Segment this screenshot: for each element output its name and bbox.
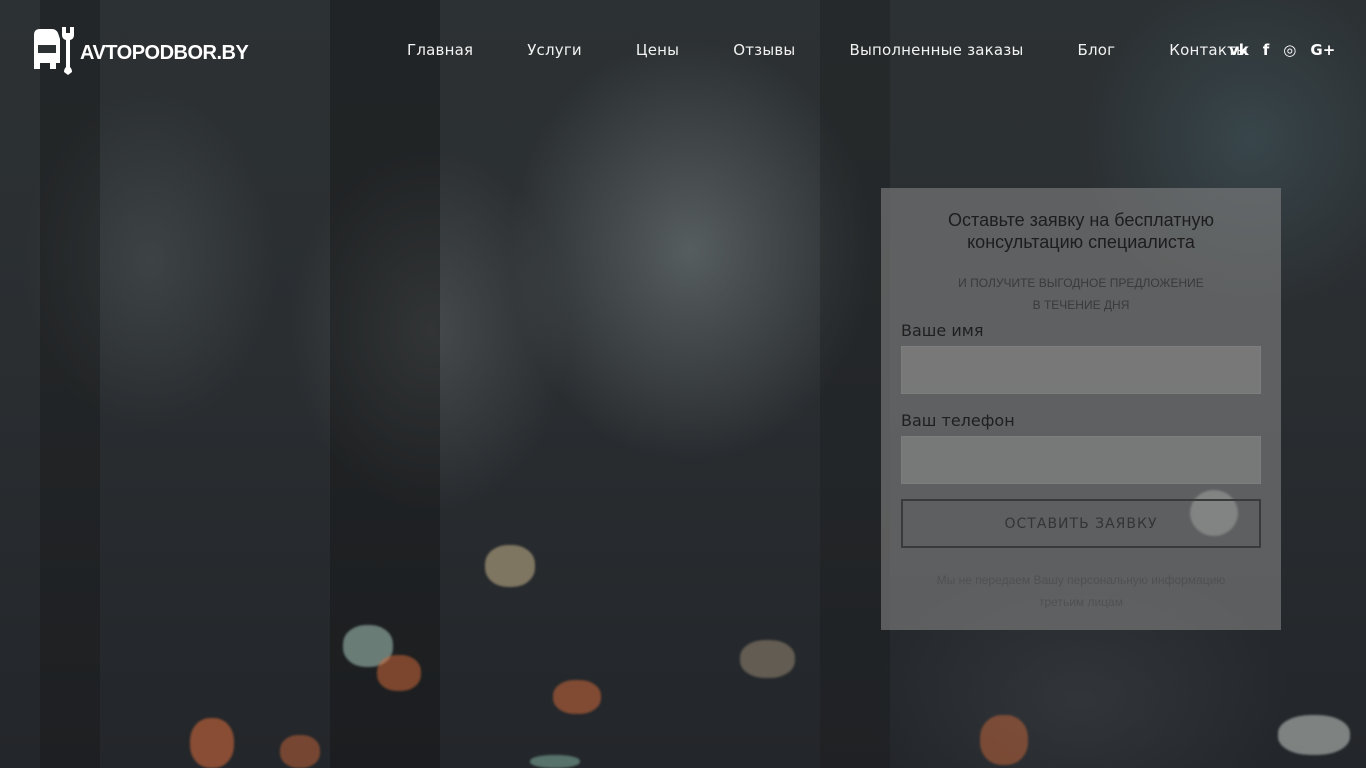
submit-request-button[interactable]: ОСТАВИТЬ ЗАЯВКУ <box>901 499 1261 548</box>
bokeh-light <box>980 715 1028 765</box>
phone-field[interactable] <box>901 436 1261 484</box>
bokeh-light <box>1278 715 1350 755</box>
form-title-line: Оставьте заявку на бесплатную <box>948 210 1214 230</box>
nav-item-services[interactable]: Услуги <box>527 38 582 62</box>
bokeh-light <box>740 640 795 678</box>
form-subtitle-line: И ПОЛУЧИТЕ ВЫГОДНОЕ ПРЕДЛОЖЕНИЕ <box>958 276 1204 290</box>
bokeh-light <box>553 680 601 714</box>
background-shape <box>40 0 100 768</box>
facebook-icon[interactable]: f <box>1263 40 1270 60</box>
vk-icon[interactable]: vk <box>1229 40 1249 60</box>
bokeh-light <box>530 755 580 768</box>
consultation-form: Оставьте заявку на бесплатную консультац… <box>881 188 1281 630</box>
form-title: Оставьте заявку на бесплатную консультац… <box>901 209 1261 253</box>
form-subtitle-line: В ТЕЧЕНИЕ ДНЯ <box>1032 298 1130 312</box>
name-field[interactable] <box>901 346 1261 394</box>
main-nav: Главная Услуги Цены Отзывы Выполненные з… <box>380 38 1302 62</box>
form-title-line: консультацию специалиста <box>967 232 1195 252</box>
nav-item-home[interactable]: Главная <box>407 38 473 62</box>
privacy-note-line: Мы не передаем Вашу персональную информа… <box>936 573 1226 587</box>
nav-item-blog[interactable]: Блог <box>1078 38 1116 62</box>
name-field-label: Ваше имя <box>901 321 984 340</box>
phone-field-label: Ваш телефон <box>901 411 1015 430</box>
car-wrench-logo-icon <box>34 27 74 75</box>
form-subtitle: И ПОЛУЧИТЕ ВЫГОДНОЕ ПРЕДЛОЖЕНИЕ В ТЕЧЕНИ… <box>901 272 1261 316</box>
site-header: AVTOPODBOR.BY Главная Услуги Цены Отзывы… <box>0 0 1366 100</box>
logo-text: AVTOPODBOR.BY <box>80 41 249 64</box>
privacy-note-line: третьим лицам <box>1039 595 1123 609</box>
background-shape <box>820 0 890 768</box>
instagram-icon[interactable]: ◎ <box>1283 40 1296 60</box>
social-links: vk f ◎ G+ <box>1229 40 1335 60</box>
site-logo[interactable]: AVTOPODBOR.BY <box>30 25 249 75</box>
nav-item-prices[interactable]: Цены <box>636 38 679 62</box>
bokeh-light <box>190 718 234 768</box>
privacy-note: Мы не передаем Вашу персональную информа… <box>901 569 1261 613</box>
nav-item-reviews[interactable]: Отзывы <box>733 38 795 62</box>
bokeh-light <box>377 655 421 691</box>
google-plus-icon[interactable]: G+ <box>1310 40 1335 60</box>
bokeh-light <box>485 545 535 587</box>
bokeh-light <box>280 735 320 768</box>
nav-item-completed-orders[interactable]: Выполненные заказы <box>849 38 1023 62</box>
